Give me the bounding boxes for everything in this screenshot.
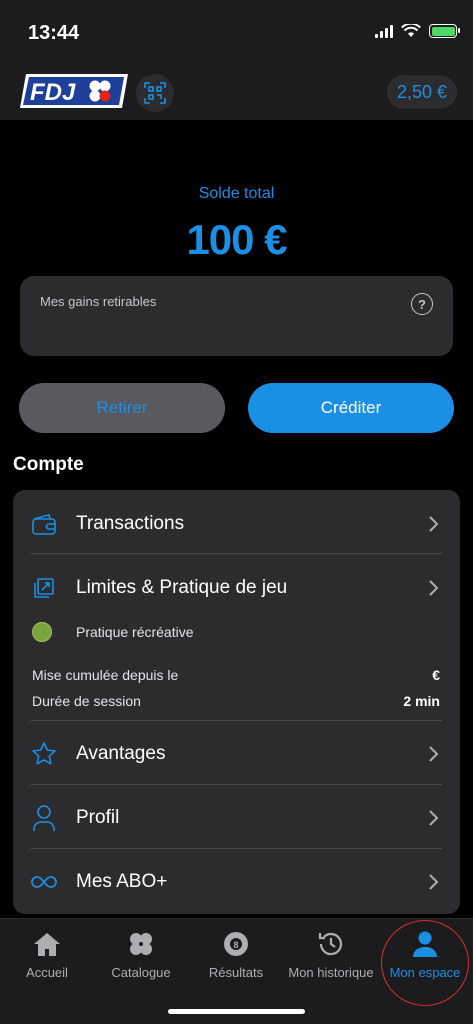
tab-catalogue[interactable]: Catalogue <box>94 929 188 980</box>
pratique-row: Pratique récréative <box>13 618 460 646</box>
divider <box>31 553 442 554</box>
fdj-logo[interactable]: FDJ <box>20 72 128 110</box>
chevron-right-icon <box>429 516 439 532</box>
divider <box>31 848 442 849</box>
chevron-right-icon <box>429 874 439 890</box>
solde-total-label: Solde total <box>198 185 275 202</box>
mise-cumulee-row: Mise cumulée depuis le € <box>13 664 460 686</box>
duree-session-value: 2 min <box>403 693 440 709</box>
status-bar: 13:44 <box>0 0 473 64</box>
limites-row[interactable]: Limites & Pratique de jeu <box>13 562 460 614</box>
star-icon <box>31 741 57 767</box>
tab-label: Catalogue <box>111 965 171 980</box>
highlight-circle <box>381 920 469 1006</box>
wallet-icon <box>31 511 57 537</box>
gains-retirables-label: Mes gains retirables <box>40 294 157 309</box>
logo-text: FDJ <box>30 79 76 106</box>
clover-icon <box>126 929 156 959</box>
tab-label: Accueil <box>26 965 68 980</box>
mise-cumulee-value: € <box>432 667 440 683</box>
tab-label: Mon historique <box>288 965 374 980</box>
chevron-right-icon <box>429 746 439 762</box>
avantages-row[interactable]: Avantages <box>13 728 460 780</box>
home-icon <box>32 929 62 959</box>
app-header: FDJ 2,50 € <box>0 64 473 120</box>
transactions-label: Transactions <box>76 513 185 534</box>
qr-code-icon <box>144 82 166 104</box>
signal-icon <box>375 24 393 38</box>
divider <box>31 784 442 785</box>
duree-session-row: Durée de session 2 min <box>13 690 460 712</box>
person-icon <box>31 805 57 831</box>
chevron-right-icon <box>429 810 439 826</box>
tab-mon-historique[interactable]: Mon historique <box>284 929 378 980</box>
ball-icon: 8 <box>221 929 251 959</box>
help-icon[interactable]: ? <box>411 293 433 315</box>
tab-accueil[interactable]: Accueil <box>0 929 94 980</box>
header-balance[interactable]: 2,50 € <box>386 75 457 109</box>
avantages-label: Avantages <box>76 743 166 764</box>
tab-label: Résultats <box>208 965 264 980</box>
divider <box>31 720 442 721</box>
infinity-icon <box>31 869 57 895</box>
profil-row[interactable]: Profil <box>13 792 460 844</box>
profil-label: Profil <box>76 807 120 828</box>
history-icon <box>316 929 346 959</box>
pratique-label: Pratique récréative <box>76 624 194 640</box>
chevron-right-icon <box>429 580 439 596</box>
tab-bar: Accueil Catalogue 8 Résultats Mon histor… <box>0 918 473 1024</box>
home-indicator <box>168 1009 305 1014</box>
svg-text:8: 8 <box>233 940 238 950</box>
battery-icon <box>429 24 460 38</box>
abo-label: Mes ABO+ <box>76 871 168 892</box>
compte-section-title: Compte <box>13 454 84 475</box>
limites-label: Limites & Pratique de jeu <box>76 577 288 598</box>
abo-row[interactable]: Mes ABO+ <box>13 856 460 908</box>
compte-card: Transactions Limites & Pratique de jeu P… <box>13 490 460 914</box>
solde-total-value: 100 € <box>186 216 287 263</box>
crediter-button[interactable]: Créditer <box>248 383 454 433</box>
wifi-icon <box>401 24 421 37</box>
gains-retirables-card: Mes gains retirables ? <box>20 276 453 356</box>
status-icons <box>375 24 460 38</box>
status-time: 13:44 <box>28 22 80 44</box>
transactions-row[interactable]: Transactions <box>13 498 460 550</box>
tab-resultats[interactable]: 8 Résultats <box>189 929 283 980</box>
qr-scan-button[interactable] <box>136 74 174 112</box>
mise-cumulee-label: Mise cumulée depuis le <box>32 667 179 683</box>
pratique-status-dot <box>32 622 52 642</box>
retirer-button[interactable]: Retirer <box>19 383 225 433</box>
limits-icon <box>31 575 57 601</box>
duree-session-label: Durée de session <box>32 693 141 709</box>
